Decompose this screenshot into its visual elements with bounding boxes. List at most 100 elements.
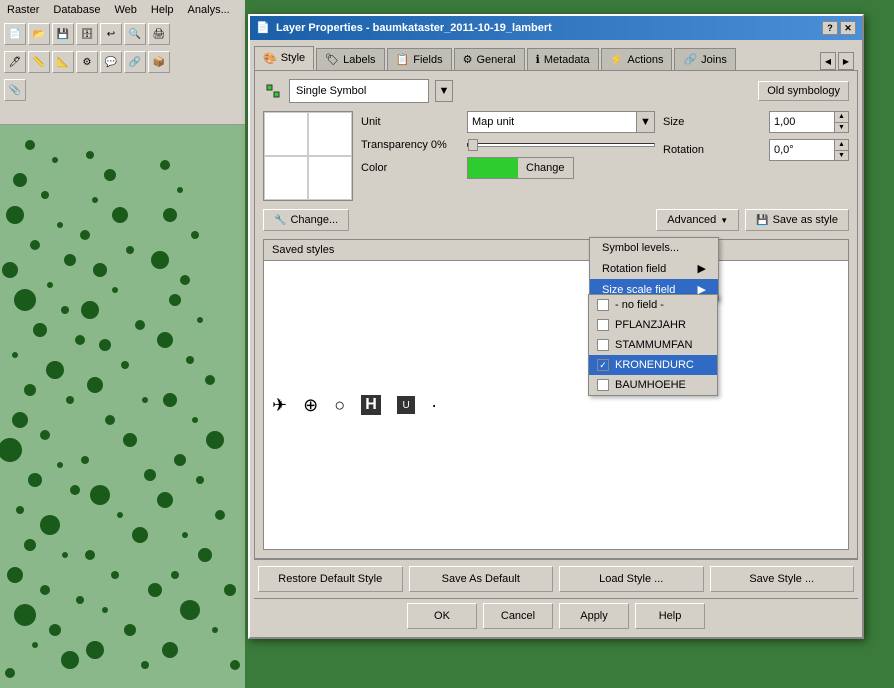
tab-actions[interactable]: ⚡ Actions xyxy=(601,48,673,70)
color-button[interactable]: Change xyxy=(467,157,574,179)
style-symbol-square[interactable]: U xyxy=(397,396,415,414)
dialog-titlebar: 📄 Layer Properties - baumkataster_2011-1… xyxy=(250,16,862,40)
symbol-type-arrow[interactable]: ▼ xyxy=(435,80,453,102)
tab-labels[interactable]: 🏷 Labels xyxy=(316,48,384,70)
symbol-type-dropdown[interactable]: Single Symbol xyxy=(289,79,429,103)
circle-icon: ○ xyxy=(334,395,345,416)
cancel-button[interactable]: Cancel xyxy=(483,603,553,629)
tb-btn-15[interactable]: 📎 xyxy=(4,79,26,101)
style-symbol-crosshair[interactable]: ⊕ xyxy=(303,395,318,416)
rotation-spinbox[interactable]: 0,0° ▲ ▼ xyxy=(769,139,849,161)
restore-default-button[interactable]: Restore Default Style xyxy=(258,566,403,592)
tb-btn-8[interactable]: 🖊 xyxy=(4,51,26,73)
menu-item-symbol-levels[interactable]: Symbol levels... xyxy=(590,238,718,258)
style-tab-label: Style xyxy=(281,52,305,64)
menu-help[interactable]: Help xyxy=(148,3,177,17)
save-style-button[interactable]: Save Style ... xyxy=(710,566,855,592)
baumhoehe-label: BAUMHOEHE xyxy=(615,379,686,391)
tb-btn-13[interactable]: 🔗 xyxy=(124,51,146,73)
style-symbol-airplane[interactable]: ✈ xyxy=(272,395,287,416)
load-style-label: Load Style ... xyxy=(599,573,663,585)
tab-style[interactable]: 🎨 Style xyxy=(254,46,314,70)
size-spin-up[interactable]: ▲ xyxy=(835,112,848,123)
transparency-row: Transparency 0% xyxy=(361,139,655,151)
style-symbol-hospital[interactable]: H xyxy=(361,395,381,415)
stammumfan-checkbox[interactable] xyxy=(597,339,609,351)
dot-icon: · xyxy=(431,395,437,416)
save-as-default-label: Save As Default xyxy=(442,573,520,585)
submenu-item-no-field[interactable]: - no field - xyxy=(589,295,717,315)
rotation-value: 0,0° xyxy=(774,144,794,156)
tb-btn-4[interactable]: 🗄 xyxy=(76,23,98,45)
apply-button[interactable]: Apply xyxy=(559,603,629,629)
tab-bar: 🎨 Style 🏷 Labels 📋 Fields ⚙ General ℹ Me… xyxy=(254,44,858,70)
pflanzjahr-label: PFLANZJAHR xyxy=(615,319,686,331)
tb-btn-3[interactable]: 💾 xyxy=(52,23,74,45)
rotation-spin-down[interactable]: ▼ xyxy=(835,151,848,161)
pflanzjahr-checkbox[interactable] xyxy=(597,319,609,331)
advanced-button[interactable]: Advanced ▼ xyxy=(656,209,739,231)
unit-combo-arrow[interactable]: ▼ xyxy=(636,112,654,132)
save-as-style-button[interactable]: 💾 Save as style xyxy=(745,209,849,231)
tb-btn-10[interactable]: 📐 xyxy=(52,51,74,73)
stammumfan-label: STAMMUMFAN xyxy=(615,339,692,351)
menu-database[interactable]: Database xyxy=(50,3,103,17)
load-style-button[interactable]: Load Style ... xyxy=(559,566,704,592)
layer-properties-dialog: 📄 Layer Properties - baumkataster_2011-1… xyxy=(248,14,864,639)
save-as-default-button[interactable]: Save As Default xyxy=(409,566,554,592)
tb-btn-12[interactable]: 💬 xyxy=(100,51,122,73)
style-symbol-dot[interactable]: · xyxy=(431,395,437,416)
submenu-item-stammumfan[interactable]: STAMMUMFAN xyxy=(589,335,717,355)
general-tab-label: General xyxy=(476,54,515,66)
unit-combo[interactable]: Map unit ▼ xyxy=(467,111,655,133)
close-button[interactable]: ✕ xyxy=(840,21,856,35)
menu-analys[interactable]: Analys... xyxy=(185,3,233,17)
help-button[interactable]: ? xyxy=(822,21,838,35)
tab-joins[interactable]: 🔗 Joins xyxy=(674,48,735,70)
tb-btn-9[interactable]: 📏 xyxy=(28,51,50,73)
transparency-slider[interactable] xyxy=(467,143,655,147)
menu-web[interactable]: Web xyxy=(112,3,140,17)
baumhoehe-checkbox[interactable] xyxy=(597,379,609,391)
tb-btn-2[interactable]: 📂 xyxy=(28,23,50,45)
menu-item-rotation-field[interactable]: Rotation field ▶ xyxy=(590,258,718,279)
tab-prev-btn[interactable]: ◀ xyxy=(820,52,836,70)
submenu-item-kronendurc[interactable]: ✓ KRONENDURC xyxy=(589,355,717,375)
no-field-checkbox[interactable] xyxy=(597,299,609,311)
old-symbology-button[interactable]: Old symbology xyxy=(758,81,849,101)
ok-button[interactable]: OK xyxy=(407,603,477,629)
submenu-item-baumhoehe[interactable]: BAUMHOEHE xyxy=(589,375,717,395)
tab-general[interactable]: ⚙ General xyxy=(454,48,525,70)
style-symbol-circle[interactable]: ○ xyxy=(334,395,345,416)
metadata-tab-label: Metadata xyxy=(544,54,590,66)
restore-default-label: Restore Default Style xyxy=(278,573,382,585)
submenu-item-pflanzjahr[interactable]: PFLANZJAHR xyxy=(589,315,717,335)
general-tab-icon: ⚙ xyxy=(463,53,473,66)
tb-btn-14[interactable]: 📦 xyxy=(148,51,170,73)
tab-next-btn[interactable]: ▶ xyxy=(838,52,854,70)
symbol-levels-label: Symbol levels... xyxy=(602,242,679,254)
advanced-menu: Symbol levels... Rotation field ▶ Size s… xyxy=(589,237,719,301)
tb-btn-6[interactable]: 🔍 xyxy=(124,23,146,45)
titlebar-controls: ? ✕ xyxy=(822,21,856,35)
tb-btn-7[interactable]: 🖨 xyxy=(148,23,170,45)
props-grid: Unit Map unit ▼ Transparency 0% xyxy=(361,111,655,201)
size-value: 1,00 xyxy=(774,116,795,128)
color-row: Color Change xyxy=(361,157,655,179)
kronendurc-checkbox[interactable]: ✓ xyxy=(597,359,609,371)
size-spin-down[interactable]: ▼ xyxy=(835,123,848,133)
size-spinbox[interactable]: 1,00 ▲ ▼ xyxy=(769,111,849,133)
tb-btn-5[interactable]: ↩ xyxy=(100,23,122,45)
tab-metadata[interactable]: ℹ Metadata xyxy=(527,48,599,70)
advanced-row: 🔧 Change... Advanced ▼ 💾 Save as style S… xyxy=(263,209,849,231)
transparency-thumb[interactable] xyxy=(468,139,478,151)
rotation-spin-up[interactable]: ▲ xyxy=(835,140,848,151)
ok-label: OK xyxy=(434,610,450,622)
menu-raster[interactable]: Raster xyxy=(4,3,42,17)
change-button[interactable]: 🔧 Change... xyxy=(263,209,349,231)
tb-btn-1[interactable]: 📄 xyxy=(4,23,26,45)
rotation-label: Rotation xyxy=(663,144,763,156)
tab-fields[interactable]: 📋 Fields xyxy=(387,48,452,70)
help-dialog-button[interactable]: Help xyxy=(635,603,705,629)
tb-btn-11[interactable]: ⚙ xyxy=(76,51,98,73)
